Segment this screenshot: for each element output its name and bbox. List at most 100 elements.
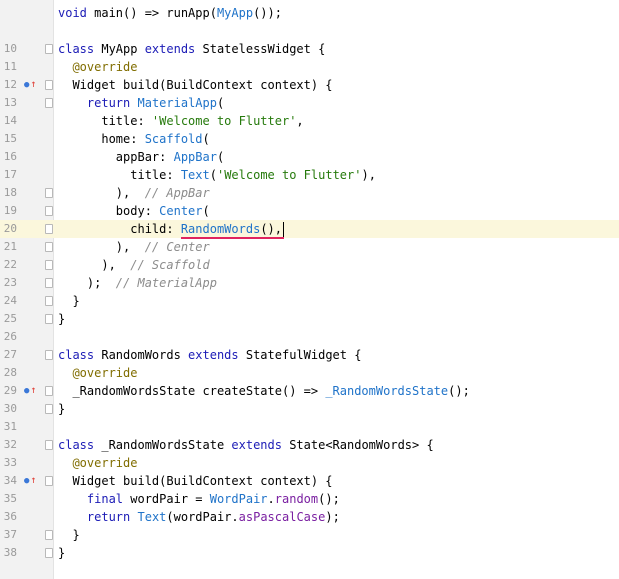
line-number: 25 <box>3 312 17 325</box>
code-line[interactable]: 32 class _RandomWordsState extends State<… <box>0 436 619 454</box>
line-number: 26 <box>3 330 17 343</box>
code-text[interactable]: } <box>58 310 65 328</box>
text-caret <box>282 222 284 237</box>
code-text[interactable]: Widget build(BuildContext context) { <box>58 76 332 94</box>
code-line[interactable]: 15 home: Scaffold( <box>0 130 619 148</box>
line-number: 30 <box>3 402 17 415</box>
code-line[interactable]: 11 @override <box>0 58 619 76</box>
code-line[interactable]: void main() => runApp(MyApp()); <box>0 4 619 22</box>
fold-toggle-icon[interactable] <box>45 44 53 54</box>
fold-toggle-icon[interactable] <box>45 206 53 216</box>
line-number: 23 <box>3 276 17 289</box>
code-text[interactable]: title: 'Welcome to Flutter', <box>58 112 303 130</box>
fold-toggle-icon[interactable] <box>45 314 53 324</box>
code-text[interactable]: ), // AppBar <box>58 184 210 202</box>
code-text[interactable]: return MaterialApp( <box>58 94 224 112</box>
code-text[interactable]: ), // Scaffold <box>58 256 209 274</box>
code-text[interactable]: } <box>58 400 65 418</box>
code-editor[interactable]: void main() => runApp(MyApp()); 10 class M… <box>0 0 619 579</box>
code-text[interactable]: @override <box>58 454 137 472</box>
fold-toggle-icon[interactable] <box>45 404 53 414</box>
code-text[interactable]: _RandomWordsState createState() => _Rand… <box>58 382 469 400</box>
fold-toggle-icon[interactable] <box>45 242 53 252</box>
code-line[interactable]: 31 <box>0 418 619 436</box>
code-text[interactable]: } <box>58 292 79 310</box>
code-line[interactable]: 19 body: Center( <box>0 202 619 220</box>
code-text[interactable]: @override <box>58 364 137 382</box>
code-line[interactable]: 36 return Text(wordPair.asPascalCase); <box>0 508 619 526</box>
fold-toggle-icon[interactable] <box>45 386 53 396</box>
line-number: 24 <box>3 294 17 307</box>
line-number: 11 <box>3 60 17 73</box>
line-number: 35 <box>3 492 17 505</box>
override-marker-icon[interactable]: ●↑ <box>24 386 36 397</box>
code-text[interactable]: final wordPair = WordPair.random(); <box>58 490 340 508</box>
line-number: 36 <box>3 510 17 523</box>
code-line[interactable]: 17 title: Text('Welcome to Flutter'), <box>0 166 619 184</box>
code-line[interactable] <box>0 22 619 40</box>
code-text[interactable]: class MyApp extends StatelessWidget { <box>58 40 325 58</box>
line-number: 12 <box>3 78 17 91</box>
code-line[interactable]: 35 final wordPair = WordPair.random(); <box>0 490 619 508</box>
fold-toggle-icon[interactable] <box>45 530 53 540</box>
line-number: 19 <box>3 204 17 217</box>
code-line[interactable]: 37 } <box>0 526 619 544</box>
override-marker-icon[interactable]: ●↑ <box>24 80 36 91</box>
line-number: 18 <box>3 186 17 199</box>
code-line[interactable]: 10 class MyApp extends StatelessWidget { <box>0 40 619 58</box>
code-line[interactable]: 27 class RandomWords extends StatefulWidg… <box>0 346 619 364</box>
fold-toggle-icon[interactable] <box>45 188 53 198</box>
code-line[interactable]: 30} <box>0 400 619 418</box>
code-line[interactable]: 13 return MaterialApp( <box>0 94 619 112</box>
fold-toggle-icon[interactable] <box>45 260 53 270</box>
line-number: 10 <box>3 42 17 55</box>
code-line[interactable]: 22 ), // Scaffold <box>0 256 619 274</box>
code-text[interactable]: appBar: AppBar( <box>58 148 224 166</box>
code-text[interactable]: ); // MaterialApp <box>58 274 217 292</box>
line-number: 34 <box>3 474 17 487</box>
code-line[interactable]: 29 ●↑ _RandomWordsState createState() => … <box>0 382 619 400</box>
code-line[interactable]: 18 ), // AppBar <box>0 184 619 202</box>
code-line[interactable]: 25} <box>0 310 619 328</box>
code-text[interactable]: ), // Center <box>58 238 210 256</box>
code-line[interactable]: 24 } <box>0 292 619 310</box>
code-line[interactable]: 12 ●↑ Widget build(BuildContext context) … <box>0 76 619 94</box>
code-text[interactable]: title: Text('Welcome to Flutter'), <box>58 166 376 184</box>
fold-toggle-icon[interactable] <box>45 80 53 90</box>
override-marker-icon[interactable]: ●↑ <box>24 476 36 487</box>
code-line[interactable]: 26 <box>0 328 619 346</box>
code-line[interactable]: 38} <box>0 544 619 562</box>
code-text[interactable]: void main() => runApp(MyApp()); <box>58 4 282 22</box>
fold-toggle-icon[interactable] <box>45 476 53 486</box>
code-text[interactable]: body: Center( <box>58 202 210 220</box>
code-text[interactable]: } <box>58 544 65 562</box>
fold-toggle-icon[interactable] <box>45 440 53 450</box>
line-number: 27 <box>3 348 17 361</box>
code-line[interactable]: 23 ); // MaterialApp <box>0 274 619 292</box>
code-line[interactable]: 34 ●↑ Widget build(BuildContext context) … <box>0 472 619 490</box>
code-text[interactable]: class _RandomWordsState extends State<Ra… <box>58 436 434 454</box>
code-text[interactable]: home: Scaffold( <box>58 130 209 148</box>
code-text[interactable]: @override <box>58 58 137 76</box>
code-text[interactable]: Widget build(BuildContext context) { <box>58 472 332 490</box>
line-number: 29 <box>3 384 17 397</box>
fold-toggle-icon[interactable] <box>45 278 53 288</box>
code-text[interactable]: } <box>58 526 79 544</box>
fold-toggle-icon[interactable] <box>45 224 53 234</box>
code-line[interactable]: 21 ), // Center <box>0 238 619 256</box>
code-line[interactable]: 14 title: 'Welcome to Flutter', <box>0 112 619 130</box>
line-number: 37 <box>3 528 17 541</box>
code-text[interactable]: class RandomWords extends StatefulWidget… <box>58 346 361 364</box>
code-line[interactable]: 33 @override <box>0 454 619 472</box>
fold-toggle-icon[interactable] <box>45 98 53 108</box>
fold-toggle-icon[interactable] <box>45 296 53 306</box>
fold-toggle-icon[interactable] <box>45 548 53 558</box>
code-text[interactable]: child: RandomWords(), <box>58 220 282 238</box>
line-number: 16 <box>3 150 17 163</box>
code-line[interactable]: 16 appBar: AppBar( <box>0 148 619 166</box>
code-text[interactable]: return Text(wordPair.asPascalCase); <box>58 508 340 526</box>
fold-toggle-icon[interactable] <box>45 350 53 360</box>
code-line[interactable]: 28 @override <box>0 364 619 382</box>
code-line[interactable]: 20 child: RandomWords(), <box>0 220 619 239</box>
line-number: 32 <box>3 438 17 451</box>
